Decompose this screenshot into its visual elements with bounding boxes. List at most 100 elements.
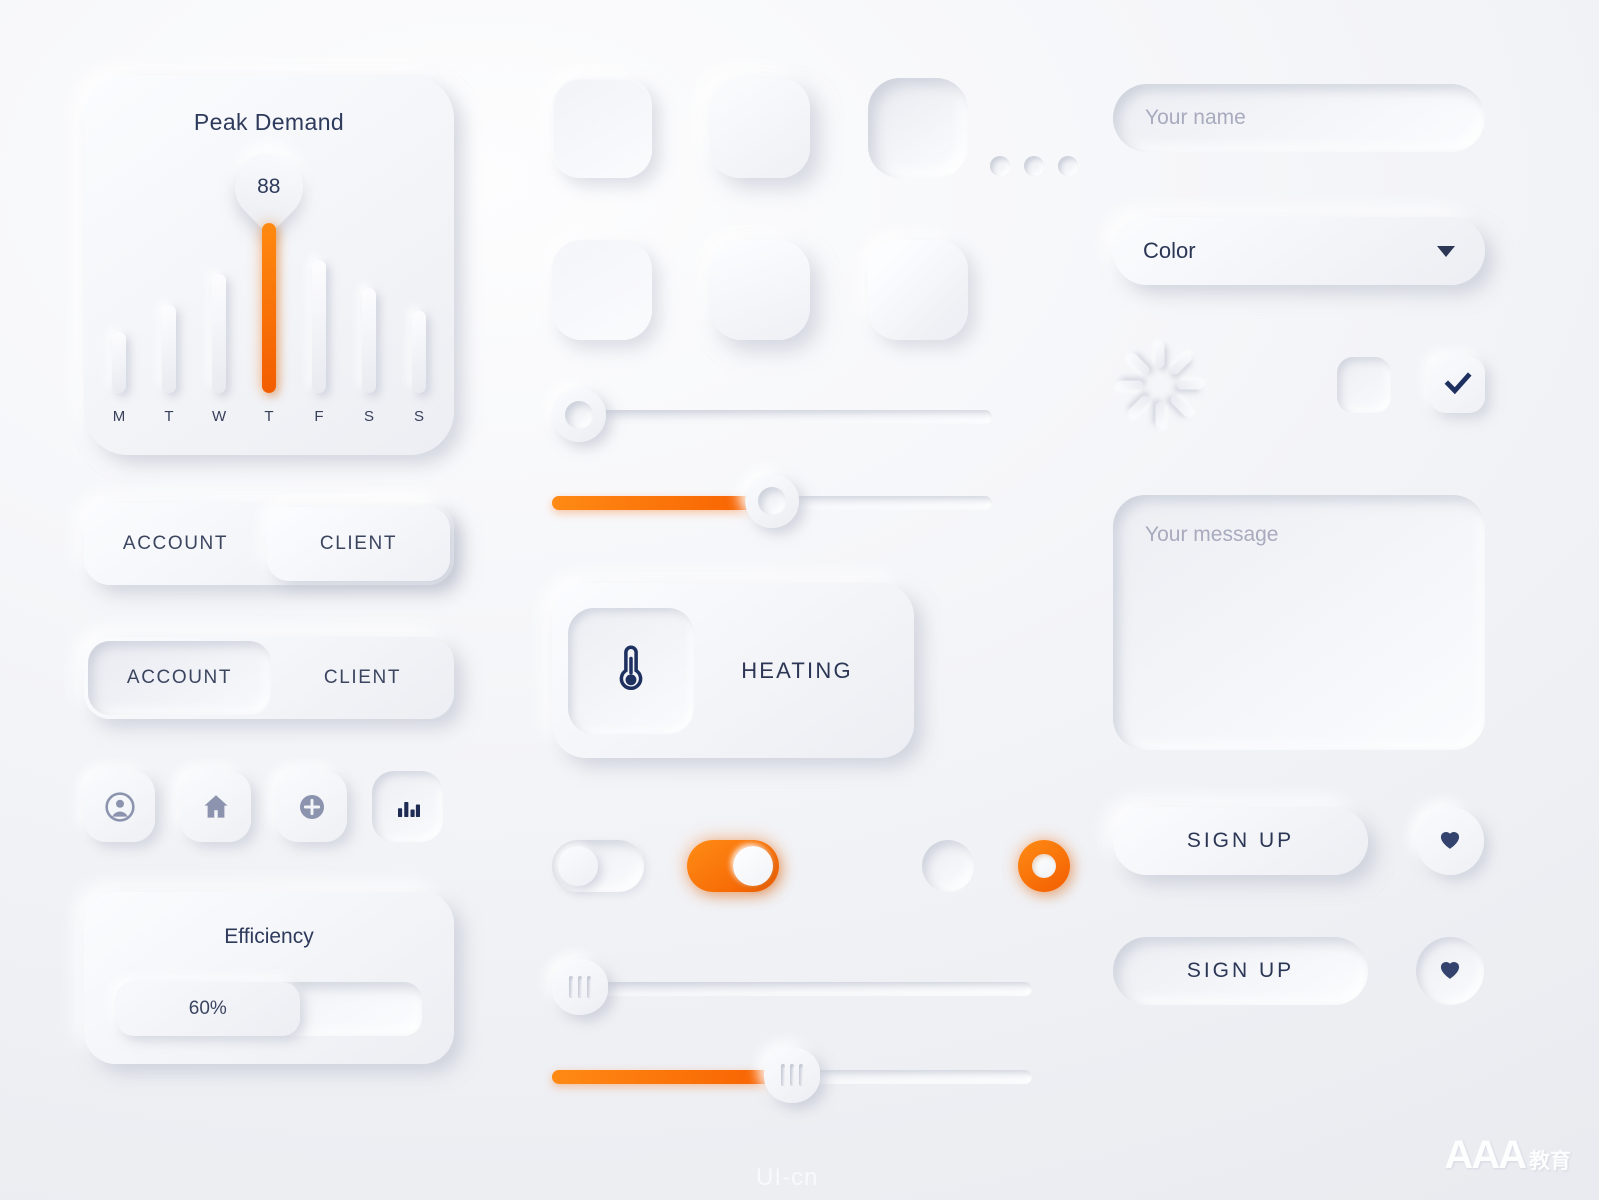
toggle-knob bbox=[733, 846, 773, 886]
left-column: Peak Demand 88 M T W T F S S ACCOUNT CLIENT AC… bbox=[84, 75, 454, 1064]
spinner-spoke bbox=[1176, 380, 1203, 390]
switch-row bbox=[552, 840, 1092, 892]
slider-handle[interactable] bbox=[552, 388, 606, 442]
bar-t-3[interactable] bbox=[262, 223, 276, 393]
signup-row-primary: SIGN UP bbox=[1113, 807, 1485, 875]
tab-account-2[interactable]: ACCOUNT bbox=[88, 641, 271, 715]
slider-handle[interactable] bbox=[745, 474, 799, 528]
dot-1[interactable] bbox=[990, 156, 1010, 176]
efficiency-progress-track[interactable]: 60% bbox=[116, 982, 422, 1036]
square-button-3[interactable] bbox=[868, 78, 968, 178]
favorite-button[interactable] bbox=[1416, 807, 1484, 875]
home-icon bbox=[200, 791, 232, 823]
dot-3[interactable] bbox=[1058, 156, 1078, 176]
checkbox-checked[interactable] bbox=[1430, 357, 1485, 413]
bar-t-1[interactable] bbox=[162, 305, 176, 393]
bar bbox=[362, 288, 376, 393]
peak-demand-card: Peak Demand 88 M T W T F S S bbox=[84, 75, 454, 455]
name-input-placeholder: Your name bbox=[1145, 106, 1246, 129]
message-textarea[interactable]: Your message bbox=[1113, 495, 1485, 750]
home-button[interactable] bbox=[180, 771, 251, 842]
stats-button[interactable] bbox=[372, 771, 443, 842]
bar bbox=[162, 305, 176, 393]
spinner-spoke bbox=[1126, 393, 1152, 419]
square-button-grid bbox=[552, 78, 1092, 340]
axis-label: M bbox=[112, 408, 126, 425]
slider-fill bbox=[552, 496, 772, 510]
tab-client-2[interactable]: CLIENT bbox=[271, 637, 454, 719]
axis-label: T bbox=[264, 408, 274, 425]
bar bbox=[212, 274, 226, 393]
bar-chart-axis-labels: MTWTFSS bbox=[112, 408, 426, 425]
toggle-knob bbox=[558, 846, 598, 886]
site-watermark: UI-cn bbox=[756, 1164, 819, 1191]
tab-group-raised: ACCOUNT CLIENT bbox=[84, 503, 454, 585]
heating-card[interactable]: HEATING bbox=[552, 583, 914, 758]
slider-track bbox=[580, 982, 1032, 996]
axis-label: W bbox=[212, 408, 227, 425]
peak-value-bubble: 88 bbox=[220, 138, 318, 236]
radio-on[interactable] bbox=[1018, 840, 1070, 892]
dots-indicator bbox=[990, 156, 1078, 176]
tab-group-inset: ACCOUNT CLIENT bbox=[84, 637, 454, 719]
brand-watermark: AAA 教育 bbox=[1444, 1133, 1571, 1178]
square-button-4[interactable] bbox=[552, 240, 652, 340]
dot-2[interactable] bbox=[1024, 156, 1044, 176]
checkbox-unchecked[interactable] bbox=[1336, 357, 1392, 413]
heating-label: HEATING bbox=[741, 657, 853, 683]
slider-handle[interactable] bbox=[552, 959, 608, 1015]
bar-chart bbox=[112, 223, 426, 393]
icon-button-row bbox=[84, 771, 454, 842]
toggle-off[interactable] bbox=[552, 840, 644, 892]
middle-column: HEATING bbox=[552, 78, 1092, 1103]
signup-button[interactable]: SIGN UP bbox=[1113, 807, 1368, 875]
heating-icon-tile bbox=[568, 607, 694, 734]
color-select-value: Color bbox=[1143, 238, 1196, 263]
axis-label: T bbox=[164, 408, 174, 425]
radio-off[interactable] bbox=[922, 840, 974, 892]
slider-track bbox=[579, 410, 992, 424]
user-button[interactable] bbox=[84, 771, 155, 842]
bar-chart-icon bbox=[393, 792, 423, 822]
axis-label: S bbox=[363, 408, 374, 425]
right-column: Your name Color Your message SIGN UP SIG… bbox=[1113, 84, 1485, 1005]
bar-s-5[interactable] bbox=[362, 288, 376, 393]
bar bbox=[262, 223, 276, 393]
square-button-1[interactable] bbox=[552, 78, 652, 178]
bar-s-6[interactable] bbox=[412, 311, 426, 393]
efficiency-value: 60% bbox=[188, 998, 227, 1019]
tab-account[interactable]: ACCOUNT bbox=[84, 503, 267, 585]
brand-watermark-text: AAA bbox=[1444, 1133, 1527, 1177]
square-button-2[interactable] bbox=[710, 78, 810, 178]
slider-grip-half[interactable] bbox=[552, 1047, 1032, 1103]
square-button-6[interactable] bbox=[868, 240, 968, 340]
spinner-spoke bbox=[1116, 380, 1143, 390]
brand-watermark-suffix: 教育 bbox=[1529, 1150, 1571, 1173]
spinner-spoke bbox=[1126, 351, 1152, 377]
toggle-on[interactable] bbox=[687, 840, 779, 892]
name-input[interactable]: Your name bbox=[1113, 84, 1485, 152]
signup-button-pressed[interactable]: SIGN UP bbox=[1113, 937, 1368, 1005]
color-select[interactable]: Color bbox=[1113, 217, 1485, 285]
check-icon bbox=[1442, 367, 1474, 404]
square-button-5[interactable] bbox=[710, 240, 810, 340]
add-button[interactable] bbox=[276, 771, 347, 842]
bar-f-4[interactable] bbox=[312, 260, 326, 393]
chevron-down-icon bbox=[1437, 245, 1455, 257]
slider-ring-empty[interactable] bbox=[552, 388, 992, 442]
slider-handle[interactable] bbox=[764, 1047, 820, 1103]
axis-label: S bbox=[413, 408, 424, 425]
bar-w-2[interactable] bbox=[212, 274, 226, 393]
slider-grip-empty[interactable] bbox=[552, 959, 1032, 1015]
favorite-button-pressed[interactable] bbox=[1416, 937, 1484, 1005]
tab-client[interactable]: CLIENT bbox=[267, 507, 450, 581]
axis-label: F bbox=[314, 408, 324, 425]
bar-m-0[interactable] bbox=[112, 332, 126, 393]
slider-ring-half[interactable] bbox=[552, 474, 992, 528]
spinner-spoke bbox=[1168, 351, 1194, 377]
efficiency-progress-fill: 60% bbox=[116, 982, 300, 1036]
loading-spinner-icon bbox=[1113, 337, 1207, 433]
spinner-spoke bbox=[1155, 342, 1165, 368]
page-title: Peak Demand bbox=[193, 109, 345, 135]
bar bbox=[412, 311, 426, 393]
